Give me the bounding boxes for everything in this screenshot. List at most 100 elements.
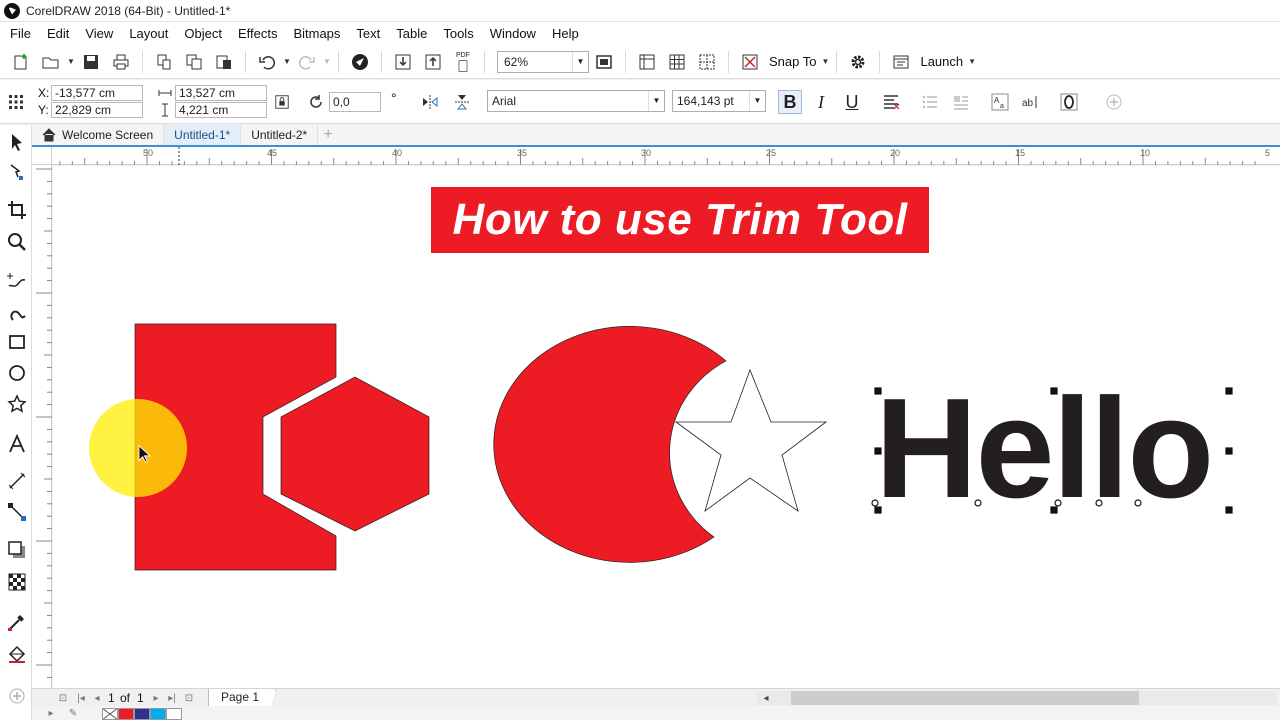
palette-scroll-arrow[interactable]: ▸ — [44, 706, 58, 720]
chevron-down-icon[interactable]: ▼ — [572, 51, 588, 72]
no-fill-swatch[interactable] — [102, 708, 118, 720]
snap-off-button[interactable] — [737, 49, 763, 75]
first-page-button[interactable]: |◂ — [74, 691, 88, 705]
connector-tool[interactable] — [4, 499, 30, 525]
add-page-before-button[interactable]: ⊡ — [56, 691, 70, 705]
text-properties-button[interactable]: Aa — [988, 90, 1012, 114]
italic-button[interactable]: I — [809, 90, 833, 114]
hexagon-shape[interactable] — [280, 376, 430, 532]
menu-layout[interactable]: Layout — [121, 26, 176, 41]
font-list-select[interactable]: Arial ▼ — [487, 90, 665, 112]
add-page-after-button[interactable]: ⊡ — [182, 691, 196, 705]
freehand-tool[interactable] — [4, 267, 30, 293]
horizontal-ruler[interactable]: 50 45 40 35 30 25 20 15 10 5 — [52, 147, 1280, 165]
text-tool[interactable] — [4, 431, 30, 457]
add-property-button[interactable] — [1102, 90, 1126, 114]
menu-help[interactable]: Help — [544, 26, 587, 41]
next-page-button[interactable]: ▸ — [149, 691, 163, 705]
blue-swatch[interactable] — [134, 708, 150, 720]
scroll-thumb[interactable] — [791, 691, 1139, 705]
save-button[interactable] — [78, 49, 104, 75]
search-content-button[interactable] — [347, 49, 373, 75]
polygon-tool[interactable] — [4, 391, 30, 417]
tab-welcome-screen[interactable]: Welcome Screen — [32, 125, 165, 145]
drop-shadow-tool[interactable] — [4, 537, 30, 563]
interactive-fill-tool[interactable] — [4, 641, 30, 667]
launch-icon-button[interactable] — [888, 49, 914, 75]
zoom-tool[interactable] — [4, 229, 30, 255]
show-guidelines-button[interactable] — [694, 49, 720, 75]
eyedropper-icon[interactable]: ✎ — [66, 706, 80, 720]
chevron-down-icon[interactable]: ▼ — [749, 91, 765, 111]
copy-button[interactable] — [181, 49, 207, 75]
chevron-down-icon[interactable]: ▼ — [648, 91, 664, 111]
parallel-dimension-tool[interactable] — [4, 468, 30, 494]
page-1-tab[interactable]: Page 1 — [208, 689, 277, 707]
ellipse-tool[interactable] — [4, 360, 30, 386]
drop-cap-button[interactable] — [949, 90, 973, 114]
shape-tool[interactable] — [4, 159, 30, 185]
vertical-ruler[interactable] — [32, 165, 52, 688]
rotation-angle-field[interactable]: 0,0 — [329, 92, 381, 112]
menu-view[interactable]: View — [77, 26, 121, 41]
cut-button[interactable] — [151, 49, 177, 75]
tab-untitled-1[interactable]: Untitled-1* — [164, 125, 242, 145]
snap-to-dropdown-arrow[interactable]: ▼ — [820, 49, 830, 75]
font-size-select[interactable]: 164,143 pt ▼ — [672, 90, 766, 112]
paste-button[interactable] — [211, 49, 237, 75]
red-swatch[interactable] — [118, 708, 134, 720]
menu-bitmaps[interactable]: Bitmaps — [285, 26, 348, 41]
ruler-origin[interactable] — [32, 147, 52, 165]
bullet-list-button[interactable] — [918, 90, 942, 114]
launch-label[interactable]: Launch — [916, 54, 967, 69]
redo-dropdown-arrow[interactable]: ▼ — [322, 49, 332, 75]
mirror-vertical-button[interactable] — [450, 90, 474, 114]
undo-dropdown-arrow[interactable]: ▼ — [282, 49, 292, 75]
menu-text[interactable]: Text — [348, 26, 388, 41]
rectangle-tool[interactable] — [4, 329, 30, 355]
full-screen-preview-button[interactable] — [591, 49, 617, 75]
menu-table[interactable]: Table — [388, 26, 435, 41]
crescent-shape[interactable] — [493, 326, 727, 563]
print-button[interactable] — [108, 49, 134, 75]
y-position-field[interactable]: 22,829 cm — [51, 102, 143, 118]
title-banner[interactable]: How to use Trim Tool — [431, 187, 929, 253]
launch-dropdown-arrow[interactable]: ▼ — [967, 49, 977, 75]
undo-button[interactable] — [254, 49, 280, 75]
new-tab-button[interactable]: + — [318, 125, 338, 145]
add-tool-button[interactable] — [4, 683, 30, 709]
show-grid-button[interactable] — [664, 49, 690, 75]
menu-effects[interactable]: Effects — [230, 26, 286, 41]
x-position-field[interactable]: -13,577 cm — [51, 85, 143, 101]
artistic-media-tool[interactable] — [4, 299, 30, 325]
variable-font-button[interactable] — [1057, 90, 1081, 114]
tab-untitled-2[interactable]: Untitled-2* — [241, 125, 319, 145]
publish-pdf-button[interactable]: PDF — [450, 49, 476, 75]
lock-ratio-button[interactable] — [270, 90, 294, 114]
new-document-button[interactable] — [8, 49, 34, 75]
horizontal-scrollbar[interactable]: ◂ — [757, 691, 1277, 705]
open-button[interactable] — [38, 49, 64, 75]
options-button[interactable] — [845, 49, 871, 75]
object-width-field[interactable]: 13,527 cm — [175, 85, 267, 101]
text-alignment-button[interactable] — [879, 90, 903, 114]
menu-file[interactable]: File — [2, 26, 39, 41]
show-rulers-button[interactable] — [634, 49, 660, 75]
white-swatch[interactable] — [166, 708, 182, 720]
menu-object[interactable]: Object — [176, 26, 230, 41]
last-page-button[interactable]: ▸| — [165, 691, 179, 705]
bold-button[interactable]: B — [778, 90, 802, 114]
snap-to-label[interactable]: Snap To — [765, 54, 820, 69]
underline-button[interactable]: U — [840, 90, 864, 114]
crop-tool[interactable] — [4, 197, 30, 223]
menu-window[interactable]: Window — [482, 26, 544, 41]
drawing-canvas[interactable]: How to use Trim Tool Hello — [53, 166, 1280, 688]
edit-text-button[interactable]: ab — [1018, 90, 1042, 114]
menu-edit[interactable]: Edit — [39, 26, 77, 41]
scroll-left-arrow[interactable]: ◂ — [759, 691, 773, 705]
hello-text-object[interactable]: Hello — [875, 378, 1214, 520]
object-height-field[interactable]: 4,221 cm — [175, 102, 267, 118]
zoom-level-select[interactable]: 62% ▼ — [497, 50, 589, 73]
eyedropper-tool[interactable] — [4, 609, 30, 635]
star-outline-shape[interactable] — [674, 368, 828, 513]
